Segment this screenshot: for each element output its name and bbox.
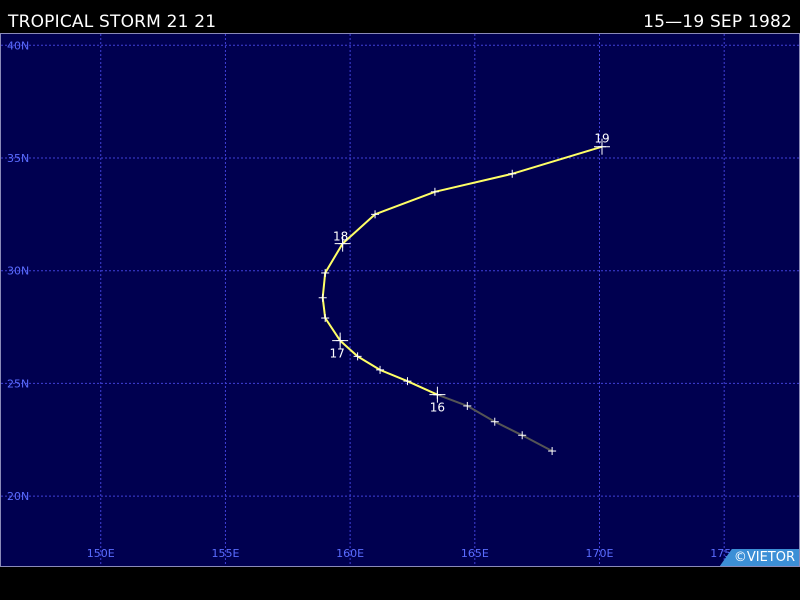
day-labels: 16 17 18 19	[330, 132, 610, 415]
storm-dates: 15—19 SEP 1982	[643, 12, 792, 32]
map-canvas: 150E155E160E165E170E175E1840N35N30N25N20…	[1, 34, 799, 566]
lon-label: 150E	[87, 547, 115, 560]
storm-track-map: 150E155E160E165E170E175E1840N35N30N25N20…	[0, 33, 800, 567]
position-markers	[318, 138, 610, 456]
credit-badge: ©VIETOR	[719, 549, 799, 566]
axis-labels: 150E155E160E165E170E175E1840N35N30N25N20…	[7, 39, 738, 560]
track-point-marker	[548, 447, 557, 456]
lon-label: 155E	[211, 547, 239, 560]
day-label: 19	[594, 132, 609, 146]
lat-label: 40N	[7, 39, 29, 52]
lon-label: 165E	[461, 547, 489, 560]
lat-label: 25N	[7, 377, 29, 390]
day-label: 18	[333, 230, 348, 244]
storm-title: TROPICAL STORM 21 21	[8, 12, 217, 32]
day-label: 17	[330, 347, 345, 361]
lat-label: 20N	[7, 490, 29, 503]
day-label: 16	[430, 401, 445, 415]
track-layer	[321, 145, 603, 452]
grid-lines	[1, 34, 799, 566]
track-point-marker	[518, 431, 527, 440]
lat-label: 30N	[7, 265, 29, 278]
lat-label: 35N	[7, 152, 29, 165]
track-point-marker	[430, 187, 439, 196]
lon-label: 170E	[586, 547, 614, 560]
track-point-marker	[508, 169, 517, 178]
lon-label: 160E	[336, 547, 364, 560]
track-point-marker	[318, 293, 327, 302]
track-point-marker	[403, 377, 412, 386]
track-point-marker	[463, 401, 472, 410]
